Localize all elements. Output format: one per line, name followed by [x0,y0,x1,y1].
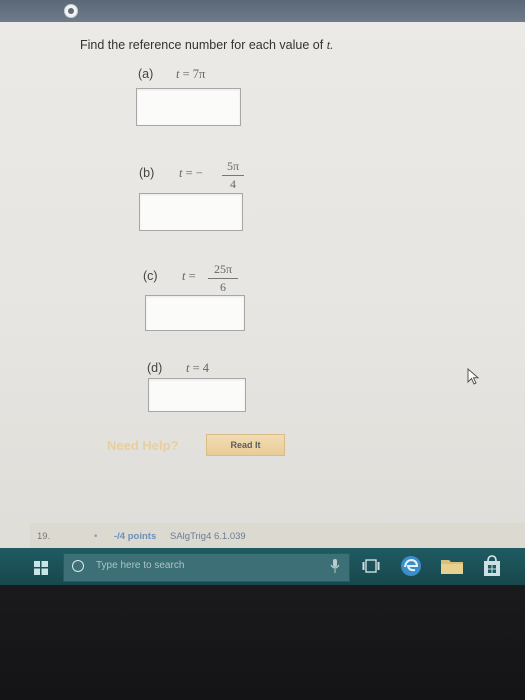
part-a-expression: t = 7π [176,67,205,82]
mouse-cursor-icon [467,368,480,385]
taskbar-search-placeholder: Type here to search [96,560,185,571]
file-explorer-icon[interactable] [440,557,464,575]
part-b-answer-input[interactable] [139,193,243,231]
browser-viewport: Find the reference number for each value… [0,0,525,585]
question-bullet: • [94,531,98,542]
part-b-variable: t [179,166,183,180]
part-b-fraction: 5π 4 [222,159,244,192]
windows-start-icon [34,561,48,575]
question-points: -/4 points [114,531,157,542]
task-view-icon[interactable] [362,558,380,574]
part-d-label: (d) [147,361,163,375]
edge-browser-icon[interactable] [400,555,422,577]
read-it-button[interactable]: Read It [206,434,285,456]
question-source[interactable]: SAlgTrig4 6.1.039 [170,531,246,542]
part-b-label: (b) [139,166,155,180]
part-c-fraction: 25π 6 [208,262,238,295]
question-title-text: Find the reference number for each value… [80,38,324,52]
question-prompt: Find the reference number for each value… [80,38,333,53]
windows-start-button[interactable] [30,557,52,579]
part-d-answer-input[interactable] [148,378,246,412]
part-d-value: = 4 [192,361,210,375]
search-icon [72,560,84,572]
part-b-expression: t = − [179,166,203,181]
part-c-denominator: 6 [220,280,226,294]
part-b-numerator: 5π [222,159,244,176]
part-a-answer-input[interactable] [136,88,241,126]
part-b-equals: = − [185,166,203,180]
part-a-label: (a) [138,67,154,81]
part-c-expression: t = [182,269,196,284]
part-c-equals: = [188,269,196,283]
microphone-icon[interactable] [330,558,340,574]
part-a-variable: t [176,67,180,81]
part-c-variable: t [182,269,186,283]
part-d-expression: t = 4 [186,361,209,376]
store-icon[interactable] [482,555,502,577]
monitor-bezel [0,586,525,700]
part-c-label: (c) [143,269,158,283]
question-number: 19. [37,531,51,542]
question-status-icon [64,4,78,18]
part-b-denominator: 4 [230,177,236,191]
part-c-answer-input[interactable] [145,295,245,331]
need-help-label: Need Help? [107,438,179,453]
part-d-variable: t [186,361,190,375]
question-title-variable: t. [326,38,334,52]
part-c-numerator: 25π [208,262,238,279]
assignment-header-bar [0,0,525,22]
part-a-value: = 7π [182,67,206,81]
